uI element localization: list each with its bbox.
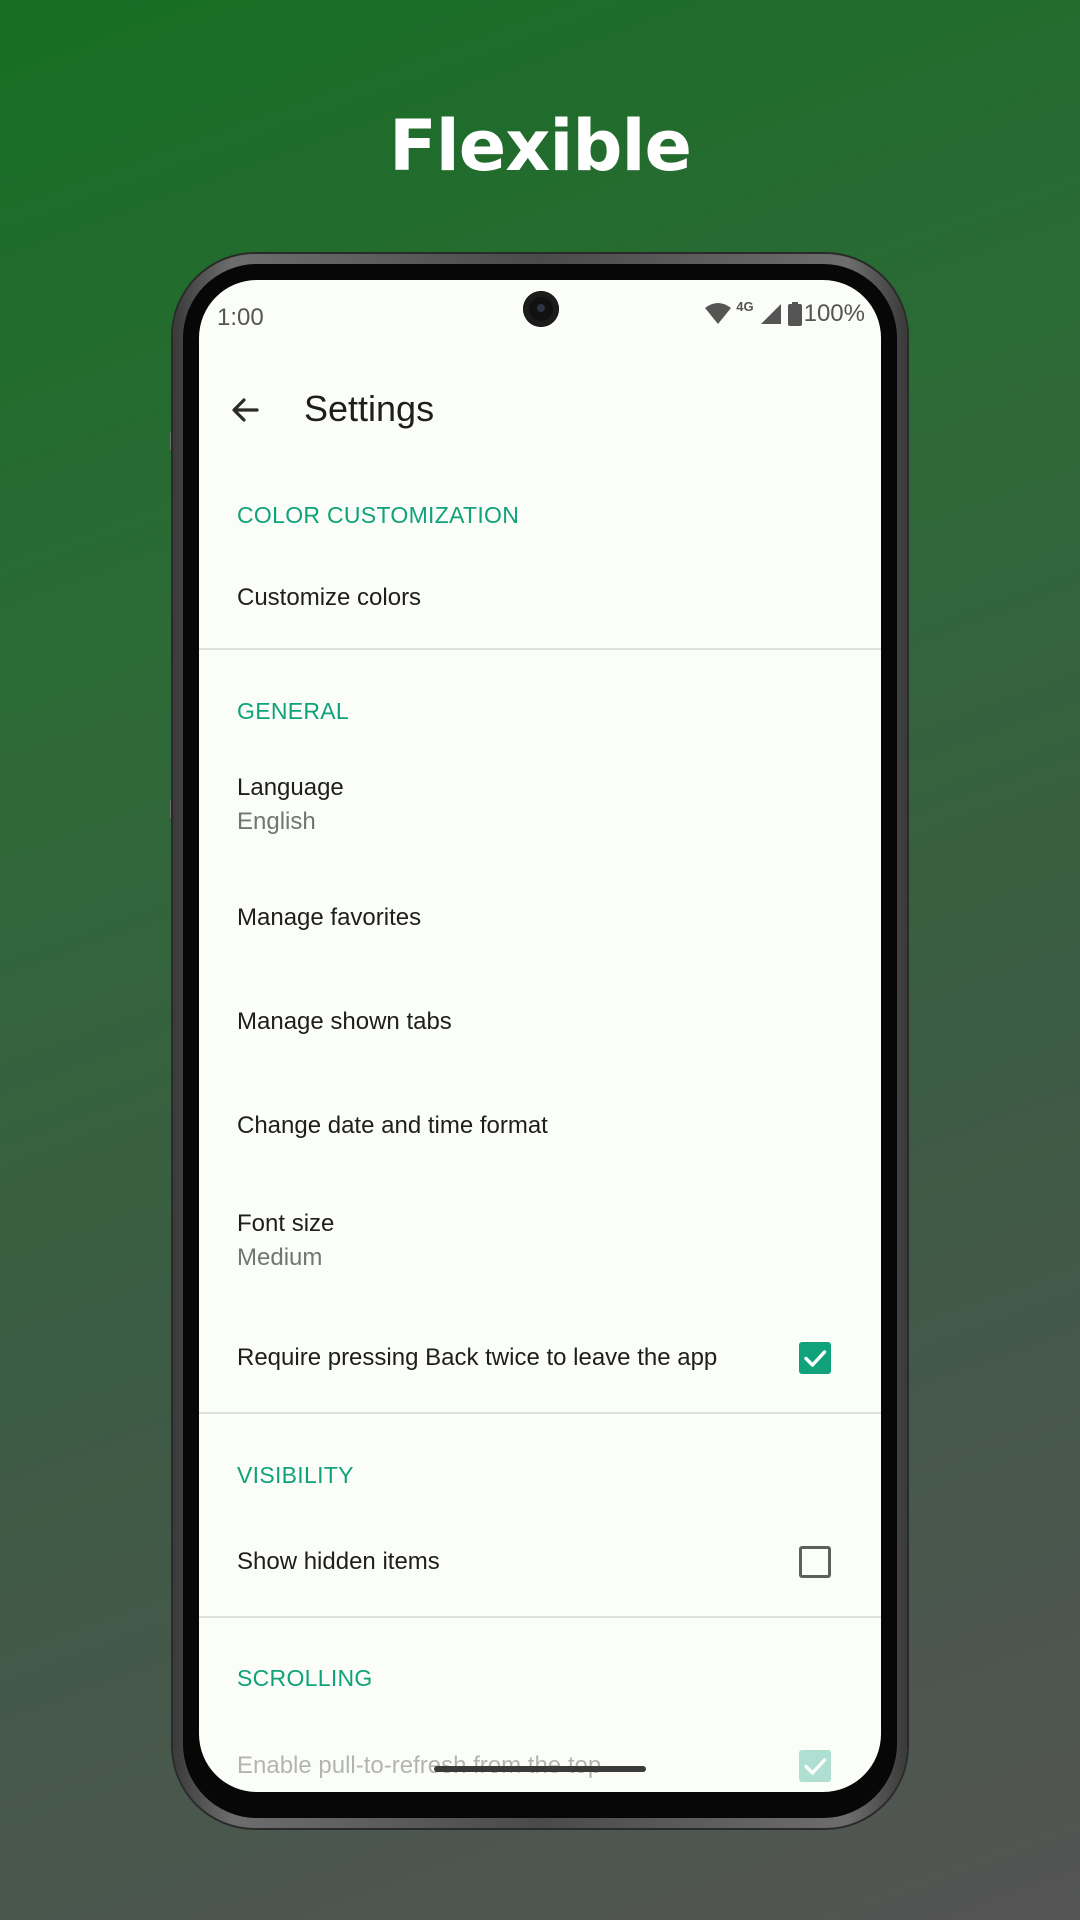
- cell-signal-icon: [760, 304, 781, 324]
- setting-font-size-value: Medium: [237, 1244, 323, 1271]
- status-time: 1:00: [217, 304, 264, 331]
- status-icons: 4G 100%: [704, 298, 865, 328]
- setting-language-value: English: [237, 808, 316, 835]
- section-header-color: COLOR CUSTOMIZATION: [237, 502, 520, 528]
- section-divider: [199, 1616, 881, 1618]
- gesture-nav-handle[interactable]: [434, 1766, 646, 1772]
- pull-to-refresh-checkbox[interactable]: [799, 1750, 831, 1782]
- setting-language[interactable]: Language: [237, 774, 344, 802]
- section-header-general: GENERAL: [237, 698, 350, 724]
- press-back-twice-checkbox[interactable]: [799, 1342, 831, 1374]
- setting-date-format[interactable]: Change date and time format: [237, 1112, 548, 1140]
- wifi-icon: [705, 303, 732, 324]
- section-divider: [199, 648, 881, 650]
- setting-show-hidden[interactable]: Show hidden items: [237, 1548, 440, 1576]
- phone-screen: 1:00 4G 100% Settings COLOR CUSTOMIZATIO…: [199, 280, 881, 1792]
- page-title: Settings: [304, 388, 435, 429]
- toolbar: Settings: [199, 370, 881, 450]
- battery-percent: 100%: [803, 300, 865, 327]
- section-divider: [199, 1412, 881, 1414]
- promo-headline: Flexible: [388, 105, 692, 187]
- checkmark-icon: [804, 1350, 827, 1367]
- arrow-back-icon[interactable]: [227, 392, 263, 428]
- network-type: 4G: [736, 298, 754, 314]
- setting-manage-favorites[interactable]: Manage favorites: [237, 904, 421, 932]
- setting-font-size[interactable]: Font size: [237, 1210, 334, 1238]
- front-camera: [523, 291, 559, 327]
- battery-icon: [787, 302, 802, 326]
- show-hidden-checkbox[interactable]: [799, 1546, 831, 1578]
- setting-customize-colors[interactable]: Customize colors: [237, 584, 421, 612]
- setting-press-back-twice[interactable]: Require pressing Back twice to leave the…: [237, 1344, 717, 1372]
- checkmark-icon: [804, 1758, 827, 1775]
- section-header-visibility: VISIBILITY: [237, 1462, 354, 1488]
- setting-manage-tabs[interactable]: Manage shown tabs: [237, 1008, 452, 1036]
- section-header-scrolling: SCROLLING: [237, 1665, 373, 1691]
